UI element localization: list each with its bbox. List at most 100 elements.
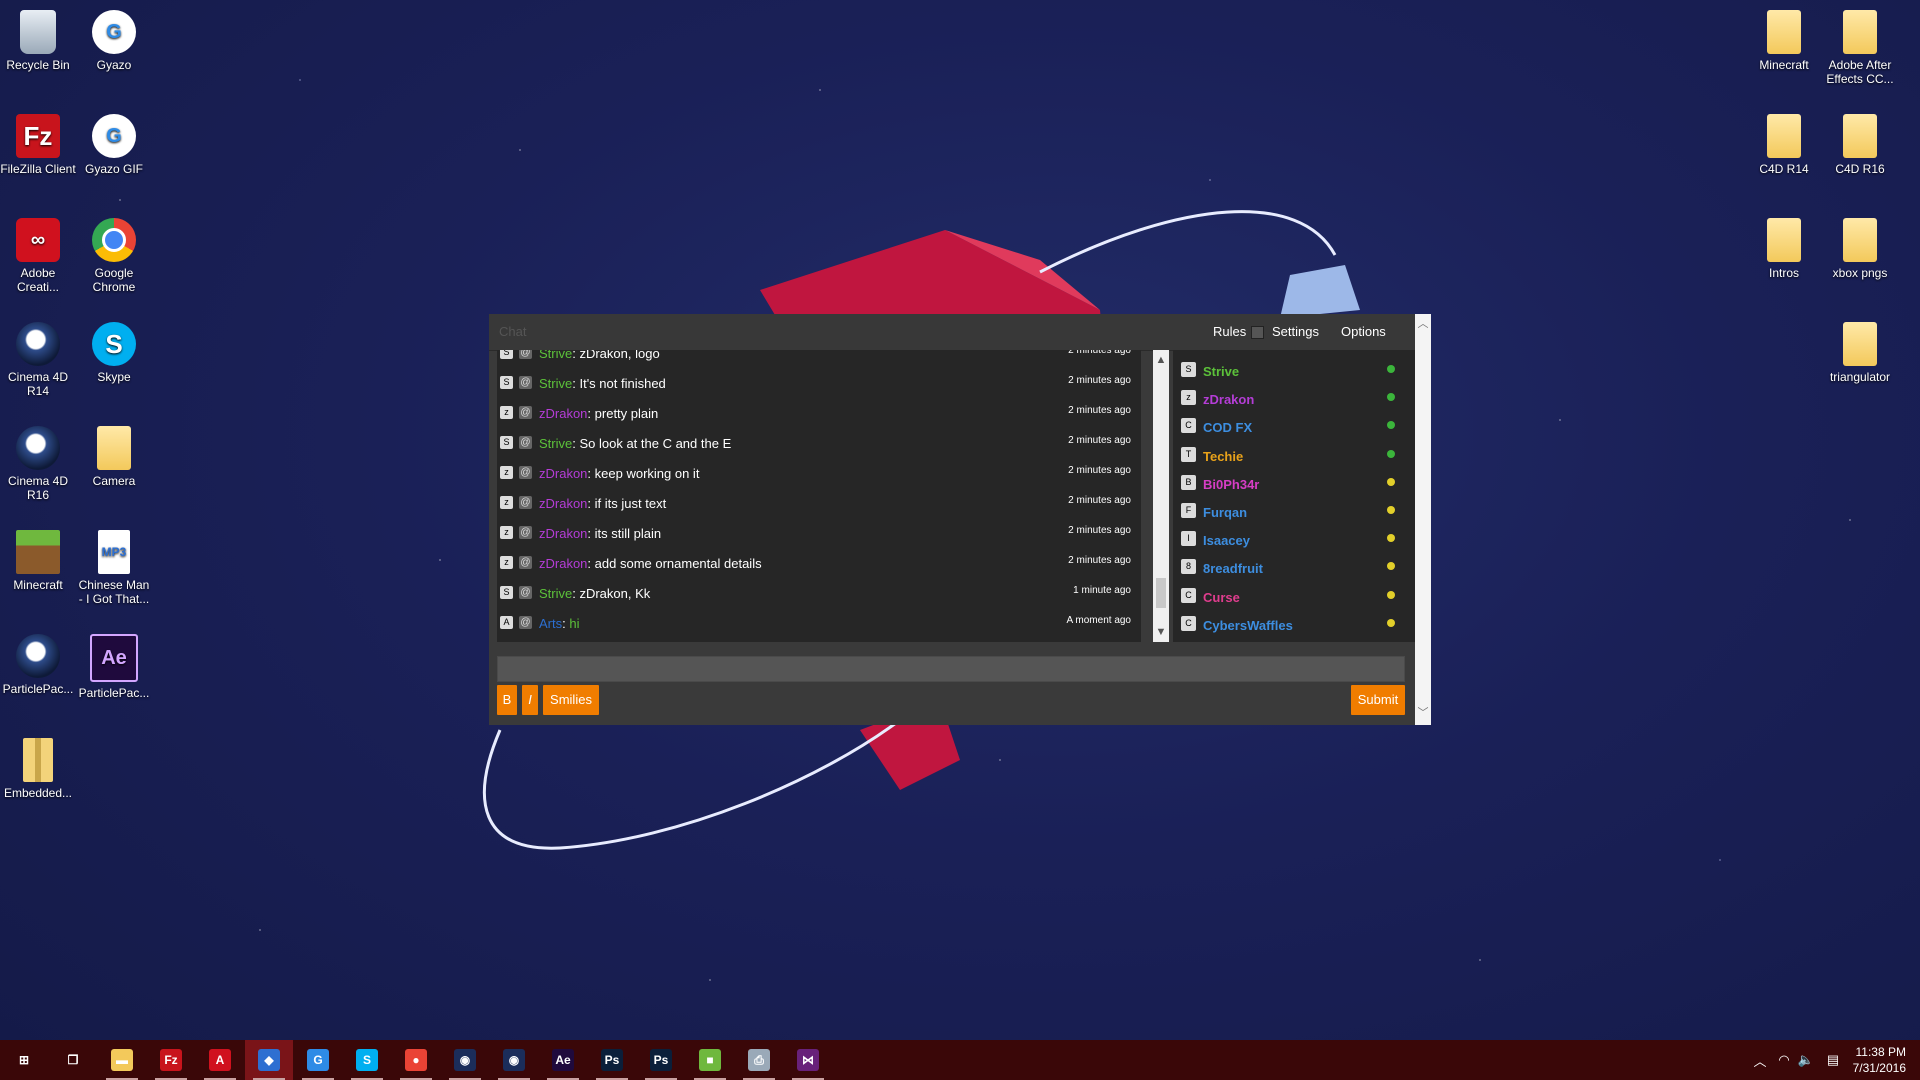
message-username[interactable]: zDrakon: [539, 406, 587, 421]
message-username[interactable]: Strive: [539, 350, 572, 361]
desktop-folder[interactable]: Minecraft: [1746, 6, 1822, 72]
taskbar-button[interactable]: Ps: [637, 1040, 685, 1080]
taskbar-button[interactable]: G: [294, 1040, 342, 1080]
message-input[interactable]: [497, 656, 1405, 682]
online-user[interactable]: F Furqan: [1173, 497, 1415, 525]
desktop-shortcut[interactable]: G Gyazo GIF: [76, 110, 152, 176]
rules-link[interactable]: Rules: [1213, 324, 1246, 339]
online-user[interactable]: C CybersWaffles: [1173, 610, 1415, 638]
desktop-shortcut[interactable]: ParticlePac...: [0, 630, 76, 696]
italic-button[interactable]: I: [522, 685, 538, 715]
taskbar-button[interactable]: ◉: [441, 1040, 489, 1080]
user-avatar[interactable]: z: [500, 406, 513, 419]
chevron-down-icon[interactable]: ﹀: [1417, 707, 1429, 719]
user-avatar[interactable]: z: [500, 466, 513, 479]
rules-checkbox[interactable]: [1251, 326, 1264, 339]
user-name[interactable]: 8readfruit: [1203, 561, 1263, 576]
taskbar-button[interactable]: ❐: [49, 1040, 97, 1080]
mention-icon[interactable]: @: [519, 586, 532, 599]
taskbar-button[interactable]: ◉: [490, 1040, 538, 1080]
taskbar-button[interactable]: ⎙: [735, 1040, 783, 1080]
user-name[interactable]: Curse: [1203, 590, 1240, 605]
network-icon[interactable]: ◠: [1774, 1040, 1794, 1080]
desktop-folder[interactable]: Intros: [1746, 214, 1822, 280]
mention-icon[interactable]: @: [519, 350, 532, 359]
user-name[interactable]: zDrakon: [1203, 392, 1254, 407]
desktop-folder[interactable]: Adobe After Effects CC...: [1822, 6, 1898, 86]
chevron-up-icon[interactable]: ︿: [1417, 318, 1429, 330]
user-name[interactable]: Strive: [1203, 364, 1239, 379]
taskbar-button[interactable]: ●: [392, 1040, 440, 1080]
taskbar-button[interactable]: ▬: [98, 1040, 146, 1080]
user-name[interactable]: COD FX: [1203, 420, 1252, 435]
settings-link[interactable]: Settings: [1272, 324, 1319, 339]
chevron-up-icon[interactable]: ︿: [1750, 1040, 1770, 1080]
smilies-button[interactable]: Smilies: [543, 685, 599, 715]
volume-icon[interactable]: 🔈: [1796, 1040, 1816, 1080]
desktop-shortcut[interactable]: Fz FileZilla Client: [0, 110, 76, 176]
user-name[interactable]: Isaacey: [1203, 533, 1250, 548]
desktop-shortcut[interactable]: G Gyazo: [76, 6, 152, 72]
desktop-shortcut[interactable]: Google Chrome: [76, 214, 152, 294]
taskbar-button[interactable]: Ae: [539, 1040, 587, 1080]
desktop-shortcut[interactable]: Recycle Bin: [0, 6, 76, 72]
taskbar-button[interactable]: ◆: [245, 1040, 293, 1080]
user-name[interactable]: Furqan: [1203, 505, 1247, 520]
online-user[interactable]: S Strive: [1173, 356, 1415, 384]
user-avatar[interactable]: S: [500, 350, 513, 359]
message-username[interactable]: zDrakon: [539, 526, 587, 541]
online-user[interactable]: C Curse: [1173, 582, 1415, 610]
message-username[interactable]: Strive: [539, 436, 572, 451]
taskbar-button[interactable]: ⊞: [0, 1040, 48, 1080]
taskbar-button[interactable]: Fz: [147, 1040, 195, 1080]
message-username[interactable]: zDrakon: [539, 496, 587, 511]
submit-button[interactable]: Submit: [1351, 685, 1405, 715]
online-user[interactable]: B Bi0Ph34r: [1173, 469, 1415, 497]
scroll-down-icon[interactable]: ▼: [1155, 626, 1167, 638]
online-user[interactable]: 8 8readfruit: [1173, 553, 1415, 581]
window-scrollbar[interactable]: ︿ ﹀: [1415, 314, 1431, 725]
mention-icon[interactable]: @: [519, 466, 532, 479]
options-link[interactable]: Options: [1341, 324, 1386, 339]
desktop-folder[interactable]: xbox pngs: [1822, 214, 1898, 280]
user-name[interactable]: Techie: [1203, 449, 1243, 464]
message-scrollbar[interactable]: ▲ ▼: [1153, 350, 1169, 642]
desktop-shortcut[interactable]: Cinema 4D R14: [0, 318, 76, 398]
mention-icon[interactable]: @: [519, 436, 532, 449]
desktop-folder[interactable]: C4D R14: [1746, 110, 1822, 176]
user-avatar[interactable]: z: [500, 496, 513, 509]
mention-icon[interactable]: @: [519, 526, 532, 539]
message-username[interactable]: Strive: [539, 586, 572, 601]
user-name[interactable]: CybersWaffles: [1203, 618, 1293, 633]
online-user[interactable]: T Techie: [1173, 441, 1415, 469]
taskbar-button[interactable]: S: [343, 1040, 391, 1080]
scroll-up-icon[interactable]: ▲: [1155, 354, 1167, 366]
desktop-shortcut[interactable]: MP3 Chinese Man - I Got That...: [76, 526, 152, 606]
user-name[interactable]: Bi0Ph34r: [1203, 477, 1259, 492]
user-avatar[interactable]: S: [500, 436, 513, 449]
desktop-shortcut[interactable]: S Skype: [76, 318, 152, 384]
user-avatar[interactable]: S: [500, 376, 513, 389]
message-username[interactable]: zDrakon: [539, 556, 587, 571]
desktop-shortcut[interactable]: Camera: [76, 422, 152, 488]
message-username[interactable]: Arts: [539, 616, 562, 631]
taskbar-button[interactable]: A: [196, 1040, 244, 1080]
message-username[interactable]: zDrakon: [539, 466, 587, 481]
taskbar-button[interactable]: ■: [686, 1040, 734, 1080]
mention-icon[interactable]: @: [519, 376, 532, 389]
mention-icon[interactable]: @: [519, 406, 532, 419]
taskbar-button[interactable]: ⋈: [784, 1040, 832, 1080]
mention-icon[interactable]: @: [519, 496, 532, 509]
desktop-shortcut[interactable]: Embedded...: [0, 734, 76, 800]
bold-button[interactable]: B: [497, 685, 517, 715]
online-user[interactable]: I Isaacey: [1173, 525, 1415, 553]
user-avatar[interactable]: A: [500, 616, 513, 629]
online-user[interactable]: C COD FX: [1173, 412, 1415, 440]
user-avatar[interactable]: z: [500, 526, 513, 539]
desktop-shortcut[interactable]: Ae ParticlePac...: [76, 630, 152, 700]
desktop-folder[interactable]: C4D R16: [1822, 110, 1898, 176]
user-avatar[interactable]: S: [500, 586, 513, 599]
taskbar-button[interactable]: Ps: [588, 1040, 636, 1080]
online-user[interactable]: z zDrakon: [1173, 384, 1415, 412]
desktop-shortcut[interactable]: Minecraft: [0, 526, 76, 592]
